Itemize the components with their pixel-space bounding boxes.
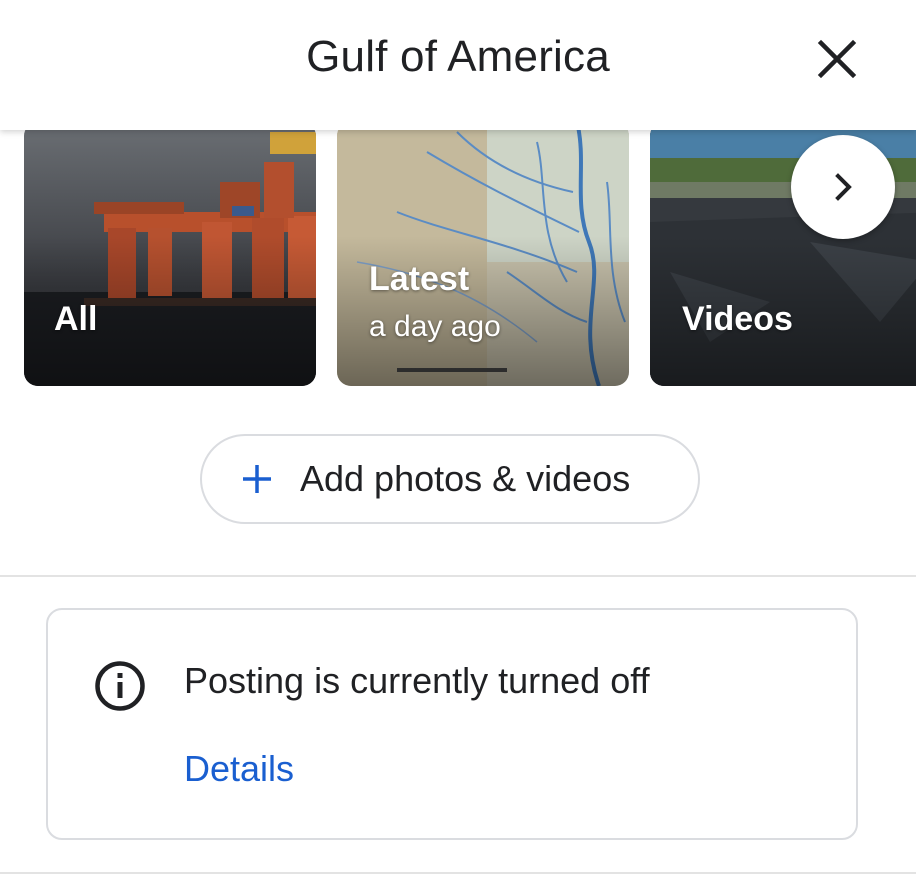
photo-tile-latest[interactable]: Latest a day ago	[337, 130, 629, 386]
tile-label-all: All	[54, 300, 98, 338]
panel-header: Gulf of America	[0, 0, 916, 130]
place-photos-panel: Gulf of America All Latest a day ago Vid…	[0, 0, 916, 876]
photo-tile-all[interactable]: All	[24, 130, 316, 386]
tile-label-videos: Videos	[682, 300, 793, 338]
plus-icon	[240, 462, 274, 496]
info-icon	[95, 661, 145, 711]
chevron-right-icon	[835, 173, 852, 201]
section-divider	[0, 575, 916, 577]
close-button[interactable]	[808, 30, 866, 88]
tile-label-latest: Latest	[369, 260, 470, 298]
photo-carousel: All Latest a day ago Videos	[0, 130, 916, 388]
bottom-divider	[0, 872, 916, 874]
tile-subtitle-latest: a day ago	[369, 310, 501, 343]
posting-notice-card: Posting is currently turned off Details	[46, 608, 858, 840]
details-link[interactable]: Details	[184, 748, 294, 790]
close-icon	[817, 39, 857, 79]
notice-text: Posting is currently turned off	[184, 660, 650, 701]
page-title: Gulf of America	[306, 32, 610, 81]
add-photos-videos-label: Add photos & videos	[300, 458, 631, 499]
carousel-next-button[interactable]	[791, 135, 895, 239]
add-photos-videos-button[interactable]: Add photos & videos	[200, 434, 700, 524]
